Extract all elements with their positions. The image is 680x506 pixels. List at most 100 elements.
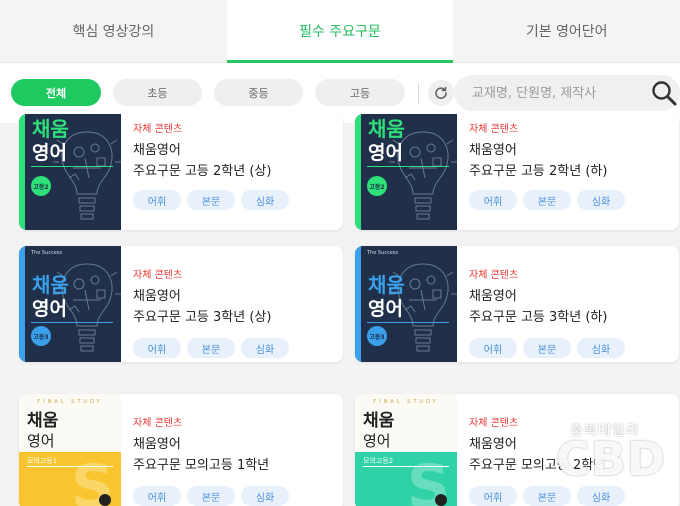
tag-button[interactable]: 어휘 (133, 338, 181, 358)
tag-button[interactable]: 심화 (241, 338, 289, 358)
cover-brand: The Success (31, 250, 63, 256)
cover-title-1: 채움 (368, 117, 405, 141)
tag-button[interactable]: 어휘 (469, 338, 517, 358)
tag-button[interactable]: 심화 (241, 190, 289, 210)
cover-stripe (355, 246, 361, 362)
cover-grade-badge: 고등3 (367, 326, 387, 346)
tag-button[interactable]: 심화 (241, 486, 289, 506)
tab-label: 기본 영어단어 (525, 24, 608, 40)
tab-essential-phrases[interactable]: 필수 주요구문 (226, 0, 454, 63)
app-root: 핵심 영상강의 필수 주요구문 기본 영어단어 전체 초등 중등 고등 교재명,… (0, 0, 680, 506)
book-cover: 채움 영어고등2 (355, 114, 457, 230)
own-content-label: 자체 콘텐츠 (469, 270, 519, 281)
cover-underline (31, 166, 113, 167)
card-title-series: 채움영어 (469, 143, 517, 158)
content-card[interactable]: 채움 영어 고등2 자체 콘텐츠 채움영어 주요구문 고등 2학년 (하) 어휘 본문 심화 (355, 114, 679, 230)
tag-button[interactable]: 본문 (523, 338, 571, 358)
card-tags: 어휘 본문 심화 (469, 338, 625, 358)
cover-grade-badge: 고등2 (367, 176, 387, 196)
search-input[interactable] (472, 83, 642, 103)
cover-title-2: 영어 (32, 142, 67, 164)
cover-brand: The Success (367, 250, 399, 256)
card-title-series: 채움영어 (133, 289, 181, 304)
card-title-series: 채움영어 (469, 289, 517, 304)
tag-button[interactable]: 본문 (523, 190, 571, 210)
character-face-icon (435, 494, 447, 506)
card-tags: 어휘 본문 심화 (469, 190, 625, 210)
cover-grade-badge: 고등3 (31, 326, 51, 346)
cover-stripe (355, 114, 361, 230)
tag-button[interactable]: 본문 (187, 338, 235, 358)
tag-button[interactable]: 어휘 (469, 190, 517, 210)
card-tags: 어휘 본문 심화 (133, 338, 289, 358)
cover-title-1: 채움 (363, 411, 395, 431)
tag-button[interactable]: 심화 (577, 338, 625, 358)
filter-chip-high[interactable]: 고등 (315, 79, 405, 106)
cover-top-label: FINAL STUDY (37, 399, 103, 405)
tag-button[interactable]: 심화 (577, 190, 625, 210)
cover-title-1: 채움 (32, 117, 69, 141)
cover-underline (363, 466, 449, 467)
cover-underline (367, 166, 449, 167)
card-tags: 어휘 본문 심화 (469, 486, 625, 506)
cover-title-2: 영어 (368, 298, 403, 320)
filter-chip-all[interactable]: 전체 (11, 79, 101, 106)
cover-title-1: 채움 (32, 273, 69, 297)
tab-label: 핵심 영상강의 (72, 24, 155, 40)
filter-divider (418, 83, 419, 103)
card-title-series: 채움영어 (469, 437, 517, 452)
own-content-label: 자체 콘텐츠 (469, 418, 519, 429)
content-card[interactable]: The Success 채움 영어 고등3 자체 콘텐츠 채움영어 주요구문 고등 3학년 … (19, 246, 343, 362)
content-card[interactable]: 채움 영어 고등2 자체 콘텐츠 채움영어 주요구문 고등 2학년 (상) 어휘 본문 심화 (19, 114, 343, 230)
tab-basic-vocabulary[interactable]: 기본 영어단어 (453, 0, 680, 62)
chip-label: 초등 (147, 86, 168, 100)
cover-grade-label: 모의고등2 (363, 457, 394, 465)
tag-button[interactable]: 본문 (187, 190, 235, 210)
book-cover: FINAL STUDY 채움 영어 S 모의고등2 (355, 394, 457, 506)
card-title: 주요구문 고등 2학년 (상) (133, 164, 272, 179)
tag-button[interactable]: 본문 (523, 486, 571, 506)
content-card[interactable]: FINAL STUDY 채움 영어 S 모의고등2 자체 콘텐츠 채움영어 주요구문 모의고등… (355, 394, 679, 506)
cover-title-1: 채움 (27, 411, 59, 431)
refresh-icon (435, 86, 447, 99)
cover-title-2: 영어 (368, 142, 403, 164)
cover-title-1: 채움 (368, 273, 405, 297)
cover-underline (31, 322, 113, 323)
chip-label: 고등 (349, 86, 371, 100)
cover-grade-badge: 고등2 (31, 176, 51, 196)
tag-button[interactable]: 본문 (187, 486, 235, 506)
filter-chip-elementary[interactable]: 초등 (113, 79, 202, 106)
tab-label: 필수 주요구문 (299, 24, 381, 40)
own-content-label: 자체 콘텐츠 (133, 270, 183, 281)
tab-core-video-lecture[interactable]: 핵심 영상강의 (0, 0, 227, 62)
card-info: 자체 콘텐츠채움영어주요구문 고등 3학년 (하) 어휘 본문 심화 (469, 246, 673, 362)
card-tags: 어휘 본문 심화 (133, 486, 289, 506)
tag-button[interactable]: 심화 (577, 486, 625, 506)
own-content-label: 자체 콘텐츠 (133, 124, 183, 135)
cover-stripe (19, 246, 25, 362)
card-title-series: 채움영어 (133, 143, 181, 158)
search-box (454, 75, 680, 111)
cover-title-2: 영어 (27, 432, 55, 450)
tag-button[interactable]: 어휘 (133, 486, 181, 506)
cover-underline (27, 466, 113, 467)
card-title: 주요구문 모의고등 2학년 (469, 458, 606, 473)
card-info: 자체 콘텐츠 채움영어 주요구문 모의고등 1학년 어휘 본문 심화 (133, 394, 337, 506)
chip-label: 전체 (45, 86, 67, 100)
card-title: 주요구문 고등 3학년 (하) (469, 310, 608, 325)
book-cover: FINAL STUDY 채움 영어 S 모의고등1 (19, 394, 121, 506)
card-info: 자체 콘텐츠 채움영어 주요구문 고등 2학년 (하) 어휘 본문 심화 (469, 114, 673, 230)
refresh-button[interactable] (428, 80, 454, 106)
content-card[interactable]: FINAL STUDY 채움 영어 S 모의고등1 자체 콘텐츠 채움영어 주요구문 모의고등… (19, 394, 343, 506)
book-cover: The Success 채움 영어고등3 (355, 246, 457, 362)
tag-button[interactable]: 어휘 (469, 486, 517, 506)
content-card[interactable]: The Success 채움 영어 고등3 자체 콘텐츠 채움영어 주요구문 고등 3학년 … (355, 246, 679, 362)
filter-chip-middle[interactable]: 중등 (214, 79, 303, 106)
own-content-label: 자체 콘텐츠 (469, 124, 519, 135)
cover-underline (367, 322, 449, 323)
card-tags: 어휘 본문 심화 (133, 190, 289, 210)
cover-title-2: 영어 (363, 432, 391, 450)
tag-button[interactable]: 어휘 (133, 190, 181, 210)
cover-title-2: 영어 (32, 298, 67, 320)
search-button[interactable] (650, 79, 678, 107)
